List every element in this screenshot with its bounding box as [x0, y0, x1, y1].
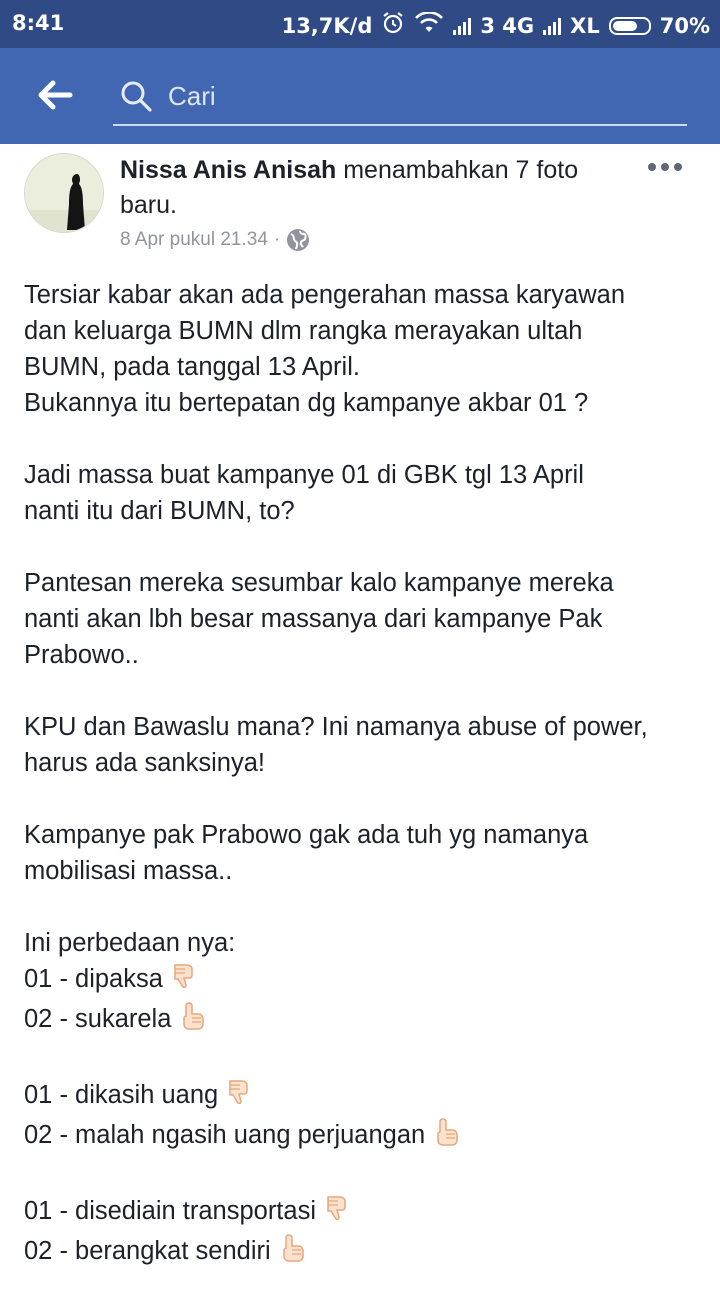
text-line: BUMN, pada tanggal 13 April. [24, 353, 360, 381]
text-line: Prabowo.. [24, 641, 139, 669]
text-line: Tersiar kabar akan ada pengerahan massa … [24, 281, 626, 309]
text-line: harus ada sanksinya! [24, 749, 265, 777]
signal-icon [453, 17, 472, 35]
search-placeholder: Cari [168, 81, 216, 111]
avatar-image [25, 154, 103, 232]
globe-icon [287, 229, 310, 251]
network-speed: 13,7K/d [281, 13, 373, 38]
text-line: 02 - berangkat sendiri [24, 1237, 271, 1265]
signal-icon [543, 17, 562, 35]
status-time: 8:41 [12, 11, 65, 35]
battery-level [612, 20, 637, 31]
text-line: nanti akan lbh besar massanya dari kampa… [24, 605, 603, 633]
search-input[interactable]: Cari [113, 70, 687, 126]
text-line: Pantesan mereka sesumbar kalo kampanye m… [24, 569, 614, 597]
comparison-line: 01 - disediain transportasi [24, 1193, 704, 1233]
status-bar: 8:41 13,7K/d 3 4G XL 70% [0, 0, 720, 48]
thumbs-down-hand-icon [169, 961, 199, 1001]
pointing-up-hand-icon [277, 1233, 307, 1273]
paragraph: Jadi massa buat kampanye 01 di GBK tgl 1… [24, 457, 704, 529]
network-label-1: 3 4G [480, 13, 535, 38]
text-line: 01 - dikasih uang [24, 1081, 219, 1109]
wifi-icon [414, 11, 444, 39]
comparison-line: 02 - sukarela [24, 1001, 704, 1041]
alarm-icon [381, 11, 405, 40]
text-line: Bukannya itu bertepatan dg kampanye akba… [24, 389, 589, 417]
battery-percent: 70% [659, 13, 710, 38]
more-options-button[interactable] [648, 163, 682, 171]
text-line: Kampanye pak Prabowo gak ada tuh yg nama… [24, 821, 589, 849]
text-line: KPU dan Bawaslu mana? Ini namanya abuse … [24, 713, 648, 741]
post-meta: 8 Apr pukul 21.34 · [120, 226, 310, 254]
paragraph: KPU dan Bawaslu mana? Ini namanya abuse … [24, 709, 704, 781]
meta-separator: · [273, 229, 281, 250]
pointing-up-hand-icon [431, 1117, 461, 1157]
comparison-line: 01 - dikasih uang [24, 1077, 704, 1117]
comparison-line: 01 - dipaksa [24, 961, 704, 1001]
battery-icon [608, 16, 651, 35]
author-name[interactable]: Nissa Anis Anisah [120, 156, 336, 184]
text-line: 01 - dipaksa [24, 965, 163, 993]
pointing-up-hand-icon [177, 1001, 207, 1041]
status-icons: 13,7K/d 3 4G XL 70% [282, 11, 710, 40]
arrow-left-icon [38, 80, 73, 110]
avatar[interactable] [24, 153, 104, 233]
text-line: 02 - malah ngasih uang perjuangan [24, 1121, 426, 1149]
text-line: nanti itu dari BUMN, to? [24, 497, 295, 525]
thumbs-down-hand-icon [322, 1193, 352, 1233]
app-bar: Cari [0, 48, 720, 144]
thumbs-down-hand-icon [224, 1077, 254, 1117]
comparison-title: Ini perbedaan nya: [24, 929, 236, 957]
text-line: dan keluarga BUMN dlm rangka merayakan u… [24, 317, 583, 345]
comparison-line: 02 - berangkat sendiri [24, 1233, 704, 1273]
comparison-block: 01 - disediain transportasi 02 - berangk… [24, 1193, 704, 1273]
text-line: Jadi massa buat kampanye 01 di GBK tgl 1… [24, 461, 584, 489]
back-button[interactable] [34, 75, 74, 115]
search-icon [121, 81, 152, 112]
text-line: mobilisasi massa.. [24, 857, 233, 885]
text-line: 02 - sukarela [24, 1005, 172, 1033]
text-line: 01 - disediain transportasi [24, 1197, 316, 1225]
paragraph: Kampanye pak Prabowo gak ada tuh yg nama… [24, 817, 704, 889]
comparison-block: Ini perbedaan nya: 01 - dipaksa 02 - suk… [24, 925, 704, 1041]
paragraph: Pantesan mereka sesumbar kalo kampanye m… [24, 565, 704, 673]
comparison-line: 02 - malah ngasih uang perjuangan [24, 1117, 704, 1157]
paragraph: Tersiar kabar akan ada pengerahan massa … [24, 277, 704, 421]
post-timestamp[interactable]: 8 Apr pukul 21.34 [120, 229, 268, 251]
network-label-2: XL [570, 13, 600, 38]
post-body: Tersiar kabar akan ada pengerahan massa … [24, 277, 704, 1309]
post-header: Nissa Anis Anisah menambahkan 7 foto bar… [120, 153, 630, 223]
comparison-block: 01 - dikasih uang 02 - malah ngasih uang… [24, 1077, 704, 1157]
